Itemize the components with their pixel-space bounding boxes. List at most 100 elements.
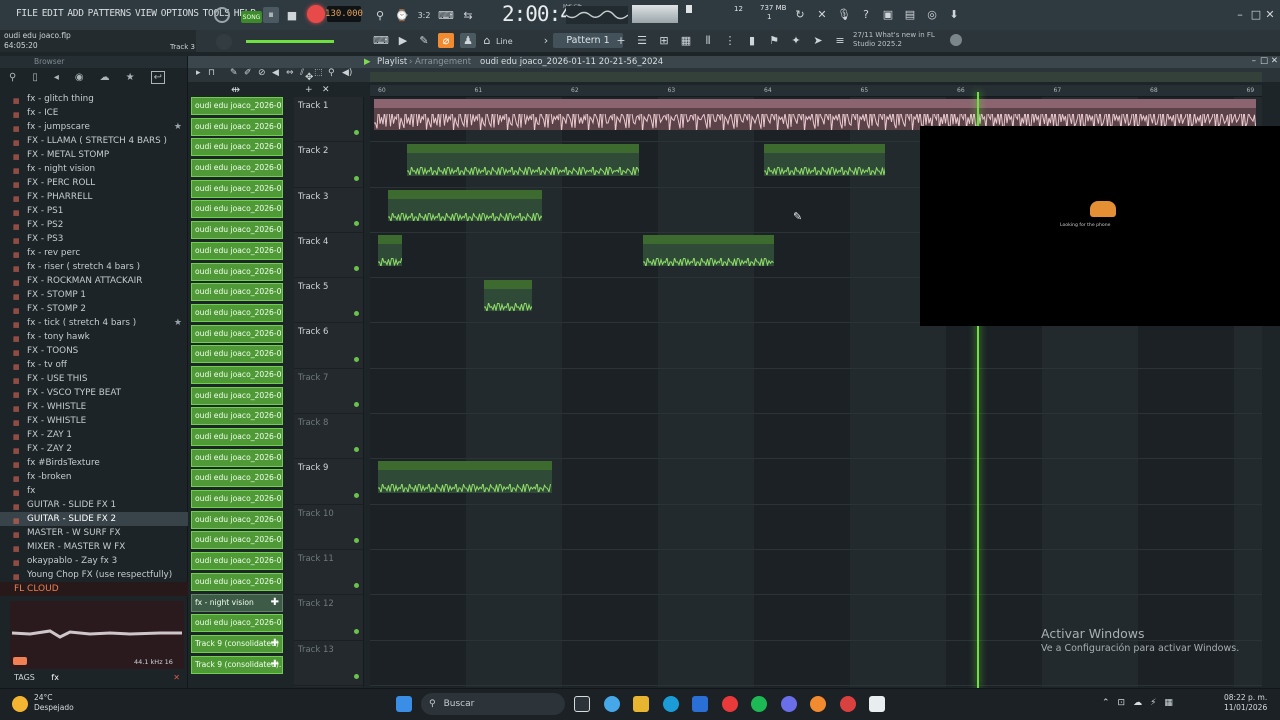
menu-add[interactable]: ADD [67, 8, 84, 19]
track-header[interactable]: Track 10 [294, 505, 363, 550]
browser-item[interactable]: ▦ FX - PS1 [0, 204, 188, 218]
mixer-icon[interactable]: ▤ [902, 6, 918, 22]
browser-item[interactable]: ▦ fx - tv off [0, 358, 188, 372]
stems-icon[interactable]: ➤ [810, 33, 826, 48]
browser-item[interactable]: ▦ FX - ROCKMAN ATTACKAIR [0, 274, 188, 288]
browser-item[interactable]: ▦ fx - jumpscare ★ [0, 120, 188, 134]
touch-keyboard-icon[interactable]: ✦ [788, 33, 804, 48]
plugin-icon[interactable]: ▮ [744, 33, 760, 48]
browser-item[interactable]: ▦ Young Chop FX (use respectfully) [0, 568, 188, 582]
track-mute-led-icon[interactable] [354, 673, 359, 679]
news-panel[interactable]: 27/11 What's new in FL Studio 2025.2 [853, 31, 935, 49]
browser-item[interactable]: ▦ FX - PS3 [0, 232, 188, 246]
browser-item[interactable]: ▦ FX - STOMP 1 [0, 288, 188, 302]
slip-tool-icon[interactable]: ⇔ [286, 68, 294, 78]
system-tray-icons[interactable]: ⌃⊡☁⚡▦ [1102, 698, 1181, 708]
pattern-prev-icon[interactable]: › [541, 33, 551, 48]
browser-item[interactable]: ▦ FX - PERC ROLL [0, 176, 188, 190]
audio-clip[interactable]: 2 [378, 234, 403, 267]
picker-clip[interactable]: fx - night vision ✚ [191, 593, 283, 612]
chat-icon[interactable]: ◎ [924, 6, 940, 22]
pattern-selector[interactable]: Pattern 1 [553, 33, 623, 48]
snap-icon[interactable]: ⊓ [208, 68, 215, 78]
picker-clip[interactable]: Track 9 (consolidated) ✚ [191, 634, 283, 653]
minimize-icon[interactable]: – [1234, 8, 1246, 21]
browser-item[interactable]: ▦ FX - TOONS [0, 344, 188, 358]
record-button[interactable] [307, 5, 325, 23]
weather-widget[interactable]: 24°C Despejado [34, 693, 74, 713]
picker-clip[interactable]: oudi edu joaco_2026-01... [191, 552, 283, 571]
edge-icon[interactable] [663, 696, 679, 712]
filter-icon[interactable]: ⚲ [9, 72, 16, 83]
obs-icon[interactable] [840, 696, 856, 712]
select-tool-icon[interactable]: ⬚ [314, 68, 323, 78]
audio-clip[interactable]: oudi edu joaco_2026-01-11 19-49-38_2024 [387, 189, 543, 221]
picker-clip[interactable]: oudi edu joaco_2026-01... [191, 510, 283, 529]
file-explorer-icon[interactable] [633, 696, 649, 712]
preview-play-icon[interactable] [13, 657, 27, 665]
browser-item[interactable]: ▦ GUITAR - SLIDE FX 1 [0, 498, 188, 512]
track-header[interactable]: Track 13 [294, 641, 363, 686]
plugin-picker-icon[interactable]: ⚑ [766, 33, 782, 48]
song-mode-button[interactable]: SONG [241, 11, 262, 23]
tools-icon[interactable]: ✕ [814, 6, 830, 22]
track-mute-led-icon[interactable] [354, 175, 359, 181]
picker-clip[interactable]: oudi edu joaco_2026-01... [191, 407, 283, 426]
picker-clip[interactable]: oudi edu joaco_2026-01... [191, 262, 283, 281]
playlist-play-icon[interactable]: ▶ [364, 57, 371, 67]
browser-item[interactable]: ▦ FX - ZAY 1 [0, 428, 188, 442]
snap-dropdown[interactable]: Line [496, 37, 513, 46]
keyboard-icon[interactable]: ⌨ [373, 33, 389, 48]
stamp-icon[interactable]: ♟ [460, 33, 476, 48]
weather-sun-icon[interactable] [12, 696, 28, 712]
mixer-view-icon[interactable]: ⫴ [700, 33, 716, 48]
picker-clip[interactable]: oudi edu joaco_2026-01... [191, 572, 283, 591]
audio-clip[interactable]: oudi_0_2024 [484, 280, 533, 312]
file-icon[interactable]: ▯ [32, 72, 38, 83]
track-header[interactable]: Track 5 [294, 278, 363, 324]
windows-start-icon[interactable] [396, 696, 412, 712]
browser-item[interactable]: ▦ FX - WHISTLE [0, 400, 188, 414]
capcut-icon[interactable] [869, 696, 885, 712]
menu-options[interactable]: OPTIONS [161, 8, 199, 19]
audio-clip[interactable]: Track 9 (consolidated) #2 [378, 461, 552, 493]
picker-clip[interactable]: oudi edu joaco_2026-01... [191, 386, 283, 405]
playlist-mode[interactable]: Arrangement [415, 57, 471, 67]
browser-item[interactable]: ▦ FX - WHISTLE [0, 414, 188, 428]
pencil-icon[interactable]: ✎ [416, 33, 432, 48]
discord-icon[interactable] [781, 696, 797, 712]
menu-patterns[interactable]: PATTERNS [88, 8, 132, 19]
browser-item[interactable]: ▦ GUITAR - SLIDE FX 2 [0, 512, 188, 526]
horizontal-zoom-icon[interactable]: ⇹ [231, 83, 240, 96]
picker-clip[interactable]: oudi edu joaco_2026-01... [191, 614, 283, 633]
picker-clip[interactable]: oudi edu joaco_2026-01... [191, 448, 283, 467]
track-mute-led-icon[interactable] [354, 583, 359, 589]
master-volume-slider[interactable] [246, 40, 334, 43]
browser-item[interactable]: ▦ okaypablo - Zay fx 3 [0, 554, 188, 568]
arrow-right-icon[interactable]: ▶ [395, 33, 411, 48]
microphone-icon[interactable]: 🎙 [836, 6, 852, 22]
step-edit-icon[interactable]: ⌨ [438, 7, 454, 23]
menu-file[interactable]: FILE [16, 8, 38, 19]
tags-value[interactable]: fx [51, 673, 59, 682]
loop-icon[interactable] [214, 7, 230, 23]
browser-item[interactable]: ▦ MASTER - W SURF FX [0, 526, 188, 540]
track-header[interactable]: Track 2 [294, 142, 363, 188]
picker-clip[interactable]: oudi edu joaco_2026-01... [191, 97, 283, 115]
track-header[interactable]: Track 4 [294, 233, 363, 279]
picker-clip[interactable]: oudi edu joaco_2026-01... [191, 138, 283, 157]
browser-item[interactable]: ▦ FX - USE THIS [0, 372, 188, 386]
track-lane[interactable] [370, 414, 1262, 460]
audio-clip[interactable]: oudi edu joaco_2...11 20-21-56_2024 [764, 144, 885, 176]
playlist-icon[interactable]: ☰ [634, 33, 650, 48]
fl-cloud-icon[interactable] [950, 34, 962, 46]
browser-item[interactable]: ▦ fx - tony hawk [0, 330, 188, 344]
project-info-icon[interactable]: ≡ [832, 33, 848, 48]
cloud-icon[interactable]: ☁ [100, 72, 110, 83]
browser-item[interactable]: ▦ FX - STOMP 2 [0, 302, 188, 316]
browser-view-icon[interactable]: ⋮ [722, 33, 738, 48]
track-lane[interactable] [370, 550, 1262, 596]
browser-item[interactable]: ▦ fx #BirdsTexture [0, 456, 188, 470]
menu-edit[interactable]: EDIT [42, 8, 64, 19]
undo-icon[interactable]: ↻ [792, 6, 808, 22]
